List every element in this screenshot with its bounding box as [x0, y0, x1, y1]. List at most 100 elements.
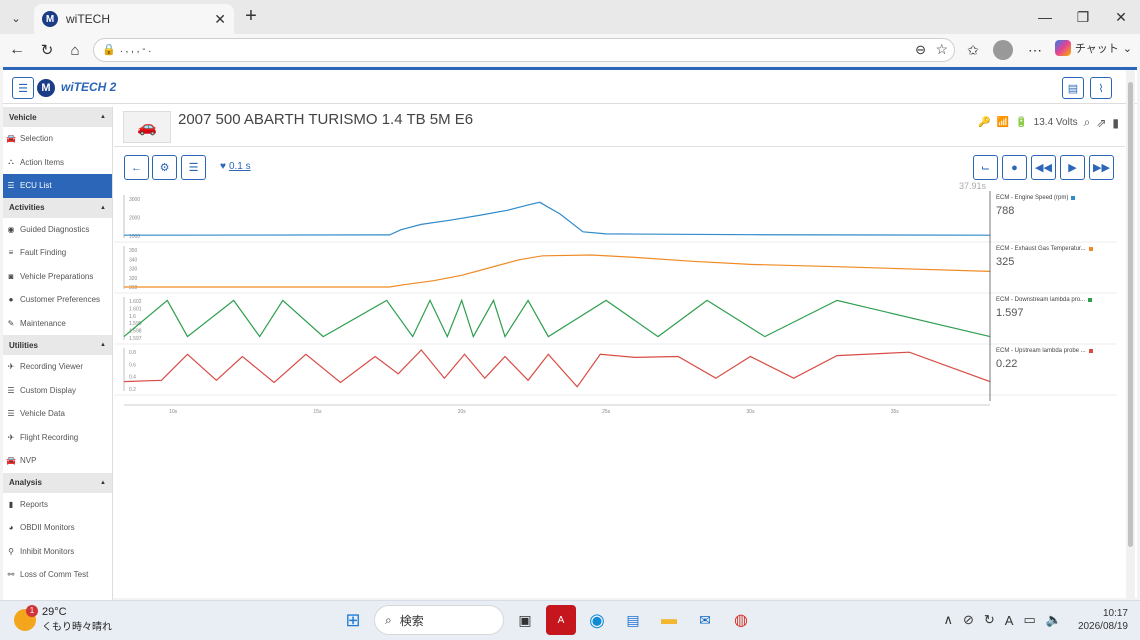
sidebar-section-title: Analysis	[9, 478, 42, 487]
taskbar-search[interactable]: ⌕ 検索	[374, 605, 504, 635]
vertical-scrollbar[interactable]	[1126, 70, 1135, 601]
series-current-value: 325	[996, 256, 1015, 268]
favorite-star-icon[interactable]: ☆	[935, 41, 948, 58]
main-content: 🚗 2007 500 ABARTH TURISMO 1.4 TB 5M E6 🔑…	[114, 107, 1125, 601]
chrome-icon[interactable]: ◍	[726, 605, 756, 635]
record-button[interactable]: ●	[1002, 155, 1027, 180]
sidebar-item[interactable]: ✈ Flight Recording	[3, 426, 112, 450]
windows-start-icon[interactable]: ⊞	[338, 605, 368, 635]
sidebar-item-label: Action Items	[20, 157, 65, 167]
sidebar-item-label: NVP	[20, 456, 37, 466]
sidebar-item[interactable]: ◕ OBDII Monitors	[3, 516, 112, 540]
sidebar-item[interactable]: ⛬ Action Items	[3, 151, 112, 175]
sidebar-section-title: Utilities	[9, 340, 38, 350]
list-icon: ☰	[7, 181, 15, 191]
collapse-caret-icon: ▲	[100, 204, 106, 211]
list-view-button[interactable]: ☰	[181, 155, 206, 180]
chart-view-button[interactable]: ⌙	[973, 155, 998, 180]
reload-icon[interactable]: ↻	[36, 39, 58, 61]
settings-gear-button[interactable]: ⚙	[152, 155, 177, 180]
series-legend: ECM - Exhaust Gas Temperatur... 325	[996, 246, 1112, 268]
window-controls: — ❐ ✕	[1026, 0, 1140, 34]
sidebar-item[interactable]: ⚲ Inhibit Monitors	[3, 540, 112, 564]
tab-close-icon[interactable]: ✕	[214, 11, 226, 28]
series-color-swatch	[1088, 298, 1093, 302]
play-button[interactable]: ▶	[1060, 155, 1085, 180]
x-tick-label: 30s	[746, 409, 755, 415]
sidebar-section-header[interactable]: Activities ▲	[3, 197, 112, 218]
app-header: ☰ M wiTECH 2 ▤ ⌇	[3, 70, 1137, 104]
weather-widget[interactable]: 1 29°C くもり時々晴れ	[14, 604, 112, 633]
sidebar-item[interactable]: ◙ Vehicle Preparations	[3, 265, 112, 289]
search-icon: ⌕	[385, 612, 392, 627]
sidebar-item[interactable]: ✈ Recording Viewer	[3, 355, 112, 379]
task-view-icon[interactable]: ▣	[510, 605, 540, 635]
store-icon[interactable]: ▤	[618, 605, 648, 635]
sidebar-item-label: Inhibit Monitors	[20, 546, 75, 556]
bars-icon: ≡	[8, 248, 14, 258]
export-icon[interactable]: ⇗	[1096, 116, 1106, 130]
outlook-icon[interactable]: ✉	[690, 605, 720, 635]
display-icon[interactable]: ▭	[1023, 612, 1035, 628]
browser-tab[interactable]: M wiTECH ✕	[34, 4, 234, 34]
system-tray: ∧ ⊘ ↻ A ▭ 🔈 10:17 2026/08/19	[943, 607, 1128, 633]
close-window-button[interactable]: ✕	[1102, 0, 1140, 34]
pdf-report-button[interactable]: ▤	[1062, 77, 1084, 99]
sidebar-item[interactable]: ✎ Maintenance	[3, 312, 112, 336]
sample-interval[interactable]: ♥ 0.1 s	[220, 161, 251, 172]
sidebar-item[interactable]: ☰ Custom Display	[3, 379, 112, 403]
sidebar-item-label: Reports	[20, 499, 49, 509]
sidebar-item[interactable]: ◉ Guided Diagnostics	[3, 218, 112, 242]
ime-icon[interactable]: A	[1005, 613, 1014, 628]
file-explorer-icon[interactable]: ▬	[654, 605, 684, 635]
series-legend-name: ECM - Downstream lambda pro...	[996, 297, 1112, 303]
sidebar-item[interactable]: ☰ Vehicle Data	[3, 402, 112, 426]
sidebar-item[interactable]: ≡ Fault Finding	[3, 241, 112, 265]
car-front-icon: ◙	[8, 271, 14, 281]
chevron-down-icon: ⌄	[1122, 42, 1132, 55]
rewind-button[interactable]: ◀◀	[1031, 155, 1056, 180]
maximize-button[interactable]: ❐	[1064, 0, 1102, 34]
vehicle-bar: 🚗 2007 500 ABARTH TURISMO 1.4 TB 5M E6 🔑…	[114, 107, 1125, 147]
sidebar-item-label: Selection	[20, 134, 53, 144]
volume-icon[interactable]: 🔈	[1046, 612, 1062, 628]
wifi-icon: 📶	[996, 117, 1010, 128]
sidebar-item[interactable]: ● Customer Preferences	[3, 288, 112, 312]
back-button[interactable]: ←	[124, 155, 149, 180]
url-input[interactable]: 🔒 . , , , - . ⊖ ☆	[93, 38, 955, 62]
sidebar-section-header[interactable]: Vehicle ▲	[3, 107, 112, 127]
back-arrow-icon[interactable]: ←	[6, 39, 28, 61]
new-tab-button[interactable]: +	[240, 4, 262, 28]
profile-avatar[interactable]	[993, 40, 1013, 60]
sync-icon[interactable]: ↻	[984, 612, 995, 628]
more-options-icon[interactable]: ⋯	[1024, 39, 1046, 61]
sidebar-section-header[interactable]: Analysis ▲	[3, 472, 112, 493]
menu-toggle-button[interactable]: ☰	[12, 77, 34, 99]
clock[interactable]: 10:17 2026/08/19	[1078, 607, 1128, 633]
zoom-icon[interactable]: ⊖	[915, 42, 926, 58]
home-icon[interactable]: ⌂	[64, 39, 86, 61]
edge-icon[interactable]: ◉	[582, 605, 612, 635]
vehicle-status: 🔑 📶 🔋 13.4 Volts ⌕ ⇗ ▮	[978, 115, 1119, 130]
sidebar-item[interactable]: ▮ Reports	[3, 493, 112, 517]
scrollbar-thumb[interactable]	[1128, 82, 1133, 547]
acrobat-icon[interactable]: A	[546, 605, 576, 635]
sidebar-item[interactable]: ☰ ECU List	[3, 174, 112, 198]
sidebar-section-header[interactable]: Utilities ▲	[3, 335, 112, 355]
lock-icon: 🔒	[102, 44, 116, 56]
minimize-button[interactable]: —	[1026, 0, 1064, 34]
tab-list-icon[interactable]: ⌄	[6, 8, 26, 28]
x-tick-label: 20s	[458, 409, 467, 415]
sidebar-item[interactable]: 🚘 Selection	[3, 127, 112, 151]
x-tick-label: 15s	[313, 409, 322, 415]
network-off-icon[interactable]: ⊘	[963, 612, 974, 628]
chevron-up-icon[interactable]: ∧	[943, 612, 953, 628]
wrench-icon: ✎	[7, 318, 15, 328]
sidebar-item[interactable]: 🚘 NVP	[3, 449, 112, 473]
copilot-chat-button[interactable]: チャット ⌄	[1054, 40, 1132, 56]
fast-forward-button[interactable]: ▶▶	[1089, 155, 1114, 180]
search-icon[interactable]: ⌕	[1084, 115, 1091, 130]
rss-feed-button[interactable]: ⌇	[1090, 77, 1112, 99]
favorites-icon[interactable]: ✩	[962, 39, 984, 61]
sidebar-item[interactable]: ⚯ Loss of Comm Test	[3, 563, 112, 587]
